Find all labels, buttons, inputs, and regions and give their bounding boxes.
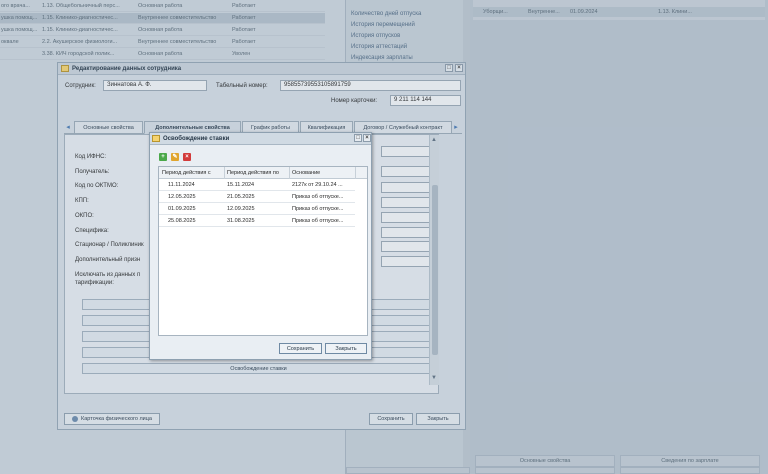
grid-header: Период действия с Период действия по Осн… xyxy=(159,167,367,179)
close-button[interactable]: Закрыть xyxy=(325,343,367,354)
window-icon xyxy=(152,135,160,142)
add-icon[interactable]: + xyxy=(159,153,167,161)
release-periods-grid: Период действия с Период действия по Осн… xyxy=(158,166,368,336)
save-button[interactable]: Сохранить xyxy=(279,343,322,354)
column-header[interactable]: Основание xyxy=(292,170,320,176)
modal-title-bar[interactable]: Освобождение ставки □ × xyxy=(150,133,371,145)
close-icon[interactable]: × xyxy=(363,134,371,142)
table-row[interactable]: 25.08.2025 31.08.2025 Приказ об отпуске.… xyxy=(159,215,355,227)
table-row[interactable]: 11.11.2024 15.11.2024 2127к от 29.10.24 … xyxy=(159,179,355,191)
table-row[interactable]: 12.05.2025 21.05.2025 Приказ об отпуске.… xyxy=(159,191,355,203)
table-row[interactable]: 01.09.2025 12.09.2025 Приказ об отпуске.… xyxy=(159,203,355,215)
column-header[interactable]: Период действия по xyxy=(227,170,279,176)
modal-overlay xyxy=(0,0,768,474)
modal-title: Освобождение ставки xyxy=(163,135,230,142)
delete-icon[interactable]: × xyxy=(183,153,191,161)
column-header[interactable]: Период действия с xyxy=(162,170,211,176)
edit-icon[interactable]: ✎ xyxy=(171,153,179,161)
maximize-icon[interactable]: □ xyxy=(354,134,362,142)
